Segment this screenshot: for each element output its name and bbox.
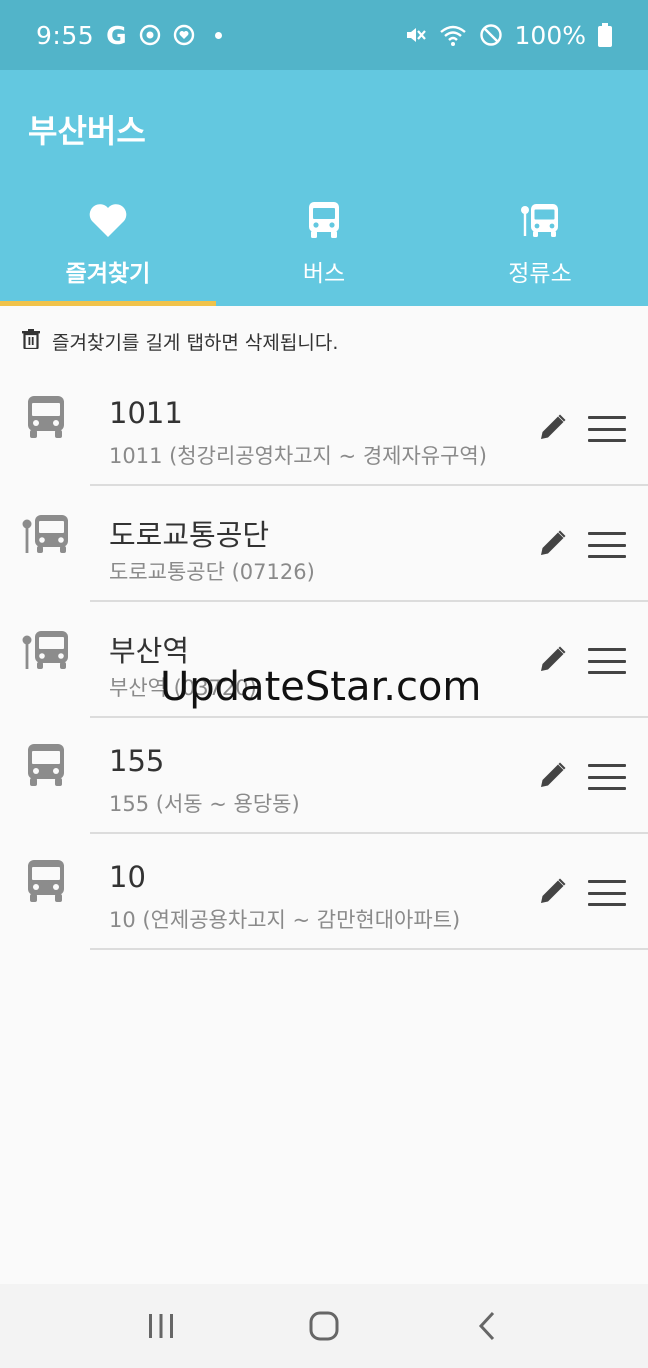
health-icon (173, 24, 195, 46)
tab-indicator (0, 301, 216, 306)
tab-bus[interactable]: 버스 (216, 190, 432, 306)
tab-favorites[interactable]: 즐겨찾기 (0, 190, 216, 306)
tab-bus-label: 버스 (302, 261, 346, 287)
back-icon (478, 1311, 494, 1341)
favorite-subtitle: 10 (연제공용차고지 ~ 감만현대아파트) (109, 908, 461, 932)
recent-apps-icon (149, 1314, 174, 1338)
tab-favorites-label: 즐겨찾기 (65, 261, 151, 287)
notification-dot-icon (214, 31, 222, 39)
tab-bar: 즐겨찾기 버스 정류소 (0, 190, 648, 306)
favorite-title: 155 (109, 744, 165, 778)
status-time: 9:55 (36, 20, 95, 50)
drag-handle-icon[interactable] (588, 764, 626, 790)
favorites-list: 1011 1011 (청강리공영차고지 ~ 경제자유구역) 도로교통공단 도로교… (0, 370, 648, 950)
edit-pencil-icon[interactable] (536, 526, 570, 560)
bus-icon (20, 858, 72, 904)
favorite-title: 도로교통공단 (109, 518, 270, 552)
home-button[interactable] (294, 1296, 354, 1356)
edit-pencil-icon[interactable] (536, 874, 570, 908)
mute-icon (403, 23, 427, 47)
list-item[interactable]: 1011 1011 (청강리공영차고지 ~ 경제자유구역) (0, 370, 648, 486)
favorite-title: 10 (109, 860, 146, 894)
wifi-icon (439, 23, 467, 47)
app-title: 부산버스 (28, 112, 146, 150)
battery-icon (598, 23, 612, 47)
google-icon: G (106, 20, 127, 50)
favorite-subtitle: 155 (서동 ~ 용당동) (109, 792, 300, 816)
battery-percent: 100% (514, 20, 586, 50)
list-item[interactable]: 도로교통공단 도로교통공단 (07126) (0, 486, 648, 602)
favorite-subtitle: 1011 (청강리공영차고지 ~ 경제자유구역) (109, 444, 487, 468)
recent-apps-button[interactable] (131, 1296, 191, 1356)
back-button[interactable] (457, 1296, 517, 1356)
favorite-subtitle: 도로교통공단 (07126) (109, 560, 315, 584)
bus-stop-icon (20, 626, 72, 672)
edit-pencil-icon[interactable] (536, 642, 570, 676)
delete-hint-text: 즐겨찾기를 길게 탭하면 삭제됩니다. (52, 331, 339, 354)
app-bar: 부산버스 즐겨찾기 버스 정류소 (0, 70, 648, 306)
tab-stops[interactable]: 정류소 (432, 190, 648, 306)
drag-handle-icon[interactable] (588, 880, 626, 906)
do-not-disturb-icon (479, 23, 503, 47)
divider (90, 948, 648, 950)
sync-icon (139, 24, 161, 46)
heart-icon (88, 198, 128, 242)
bus-icon (307, 198, 341, 242)
bus-stop-icon (520, 198, 560, 242)
tab-stops-label: 정류소 (508, 261, 572, 287)
watermark: UpdateStar.com (160, 664, 482, 710)
edit-pencil-icon[interactable] (536, 410, 570, 444)
status-bar: 9:55 G 100% (0, 0, 648, 70)
drag-handle-icon[interactable] (588, 532, 626, 558)
home-icon (309, 1311, 339, 1341)
list-item[interactable]: 155 155 (서동 ~ 용당동) (0, 718, 648, 834)
bus-stop-icon (20, 510, 72, 556)
edit-pencil-icon[interactable] (536, 758, 570, 792)
trash-icon (22, 328, 40, 354)
list-item[interactable]: 10 10 (연제공용차고지 ~ 감만현대아파트) (0, 834, 648, 950)
drag-handle-icon[interactable] (588, 416, 626, 442)
navigation-bar (0, 1284, 648, 1368)
bus-icon (20, 742, 72, 788)
drag-handle-icon[interactable] (588, 648, 626, 674)
delete-hint: 즐겨찾기를 길게 탭하면 삭제됩니다. (22, 326, 338, 356)
bus-icon (20, 394, 72, 440)
favorite-title: 1011 (109, 396, 183, 430)
